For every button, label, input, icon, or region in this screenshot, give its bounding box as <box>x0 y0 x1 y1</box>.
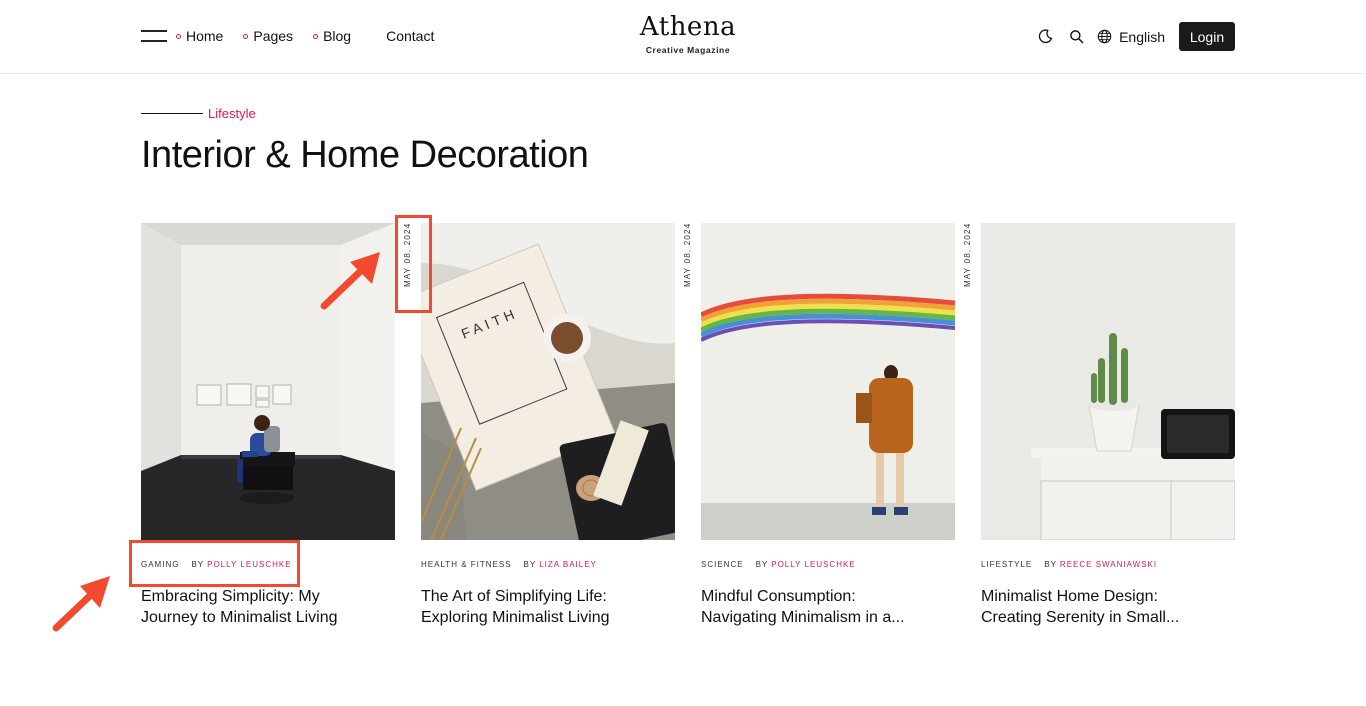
card-category[interactable]: HEALTH & FITNESS <box>421 560 512 569</box>
card-title[interactable]: Mindful Consumption: Navigating Minimali… <box>701 586 955 628</box>
article-card: SCIENCE BY POLLY LEUSCHKE Mindful Consum… <box>701 223 955 628</box>
card-meta: HEALTH & FITNESS BY LIZA BAILEY <box>421 560 675 569</box>
annotation-arrow-icon <box>52 576 110 632</box>
card-category[interactable]: SCIENCE <box>701 560 744 569</box>
card-by: BY <box>755 560 769 569</box>
annotation-highlight-box <box>395 215 432 313</box>
card-author[interactable]: POLLY LEUSCHKE <box>771 560 855 569</box>
card-by: BY <box>1044 560 1057 569</box>
card-meta: SCIENCE BY POLLY LEUSCHKE <box>701 560 955 569</box>
card-category[interactable]: LIFESTYLE <box>981 560 1032 569</box>
eyebrow-line <box>141 113 203 114</box>
card-title[interactable]: The Art of Simplifying Life: Exploring M… <box>421 586 675 628</box>
login-button[interactable]: Login <box>1179 22 1235 51</box>
language-selector[interactable]: English <box>1097 29 1165 45</box>
search-icon[interactable] <box>1066 27 1086 47</box>
card-date: MAY 08, 2024 <box>963 223 972 288</box>
globe-icon <box>1097 29 1112 44</box>
card-title[interactable]: Minimalist Home Design: Creating Serenit… <box>981 586 1235 628</box>
page-title: Interior & Home Decoration <box>141 134 589 176</box>
card-by: BY <box>523 560 537 569</box>
header-actions: English Login <box>1035 22 1235 51</box>
article-card: FAITH HEALTH & FITNESS BY LIZA BAILEY Th… <box>421 223 675 628</box>
card-title[interactable]: Embracing Simplicity: My Journey to Mini… <box>141 586 395 628</box>
section-eyebrow: Lifestyle <box>141 106 256 121</box>
cactus-and-speaker-image[interactable] <box>981 223 1235 540</box>
card-date: MAY 08, 2024 <box>683 223 692 288</box>
section-category-link[interactable]: Lifestyle <box>208 106 256 121</box>
article-card: LIFESTYLE BY REECE SWANIAWSKI Minimalist… <box>981 223 1235 628</box>
card-meta: LIFESTYLE BY REECE SWANIAWSKI <box>981 560 1235 569</box>
rainbow-wall-woman-image[interactable] <box>701 223 955 540</box>
card-author[interactable]: LIZA BAILEY <box>539 560 597 569</box>
site-header: Home Pages Blog Contact Athena Creative … <box>0 0 1366 74</box>
dark-mode-icon[interactable] <box>1035 27 1055 47</box>
annotation-arrow-icon <box>320 252 380 310</box>
language-label: English <box>1119 28 1165 45</box>
card-author[interactable]: REECE SWANIAWSKI <box>1060 560 1157 569</box>
faith-hope-love-flatlay-image[interactable]: FAITH <box>421 223 675 540</box>
annotation-highlight-box <box>129 540 300 587</box>
